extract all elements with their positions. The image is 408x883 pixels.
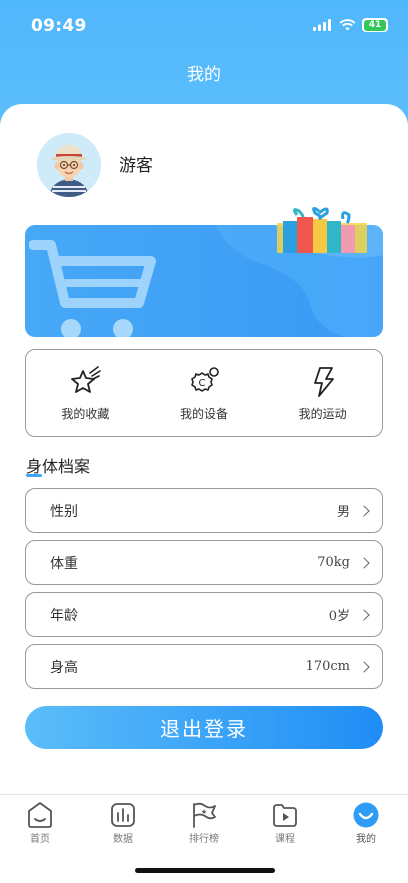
battery-level: 41 (368, 20, 382, 30)
status-bar: 09:49 41 (0, 0, 408, 52)
tab-label: 课程 (275, 834, 295, 845)
status-icons: 41 (313, 18, 388, 32)
svg-text:★: ★ (201, 808, 207, 816)
logout-button[interactable]: 退出登录 (25, 706, 383, 749)
tab-profile[interactable]: 我的 (336, 801, 396, 845)
home-indicator (135, 868, 275, 873)
quick-action-label: 我的设备 (180, 407, 229, 421)
gift-boxes-icon (277, 206, 367, 253)
row-value: 0岁 (328, 609, 350, 624)
row-label: 年龄 (50, 607, 78, 624)
tab-data[interactable]: 数据 (93, 801, 153, 845)
tab-label: 数据 (113, 834, 133, 845)
tab-label: 我的 (356, 834, 376, 845)
quick-action-sport[interactable]: 我的运动 (263, 350, 382, 436)
chevron-right-icon (358, 608, 370, 621)
svg-text:C: C (199, 378, 206, 389)
data-bars-icon (111, 803, 135, 827)
tab-ranking[interactable]: ★ 排行榜 (174, 801, 234, 845)
row-value: 70kg (317, 555, 350, 570)
quick-action-label: 我的运动 (298, 407, 347, 421)
row-height[interactable]: 身高 170cm (25, 644, 383, 689)
quick-actions: 我的收藏 C 我的设备 我的运动 (25, 349, 383, 437)
profile-icon (353, 802, 379, 828)
shopping-cart-icon (29, 240, 156, 337)
star-icon (71, 366, 102, 393)
status-time: 09:49 (31, 16, 87, 36)
promo-banner[interactable] (25, 206, 383, 337)
play-icon (273, 804, 297, 827)
tab-label: 首页 (30, 834, 50, 845)
row-gender[interactable]: 性别 男 (25, 488, 383, 533)
avatar[interactable] (37, 133, 101, 197)
battery-icon: 41 (362, 18, 388, 32)
signal-icon (313, 19, 331, 31)
row-label: 性别 (50, 503, 78, 520)
chevron-right-icon (358, 660, 370, 673)
home-icon (28, 802, 52, 828)
chevron-right-icon (358, 504, 370, 517)
chevron-right-icon (358, 556, 370, 569)
row-age[interactable]: 年龄 0岁 (25, 592, 383, 637)
row-label: 体重 (50, 555, 78, 572)
section-underline (26, 474, 42, 477)
page-title: 我的 (187, 65, 221, 85)
lightning-icon (313, 367, 334, 397)
tab-home[interactable]: 首页 (10, 801, 70, 845)
row-value: 170cm (305, 659, 350, 674)
avatar-illustration (37, 133, 101, 197)
wifi-icon (339, 19, 356, 31)
quick-action-label: 我的收藏 (61, 407, 110, 421)
row-value: 男 (336, 505, 350, 520)
row-label: 身高 (50, 659, 78, 676)
quick-action-favorites[interactable]: 我的收藏 (26, 350, 145, 436)
tab-course[interactable]: 课程 (255, 801, 315, 845)
username: 游客 (119, 156, 153, 176)
flag-icon: ★ (193, 802, 216, 828)
quick-action-devices[interactable]: C 我的设备 (145, 350, 264, 436)
tab-label: 排行榜 (189, 834, 219, 845)
row-weight[interactable]: 体重 70kg (25, 540, 383, 585)
device-gear-icon: C (191, 367, 219, 392)
